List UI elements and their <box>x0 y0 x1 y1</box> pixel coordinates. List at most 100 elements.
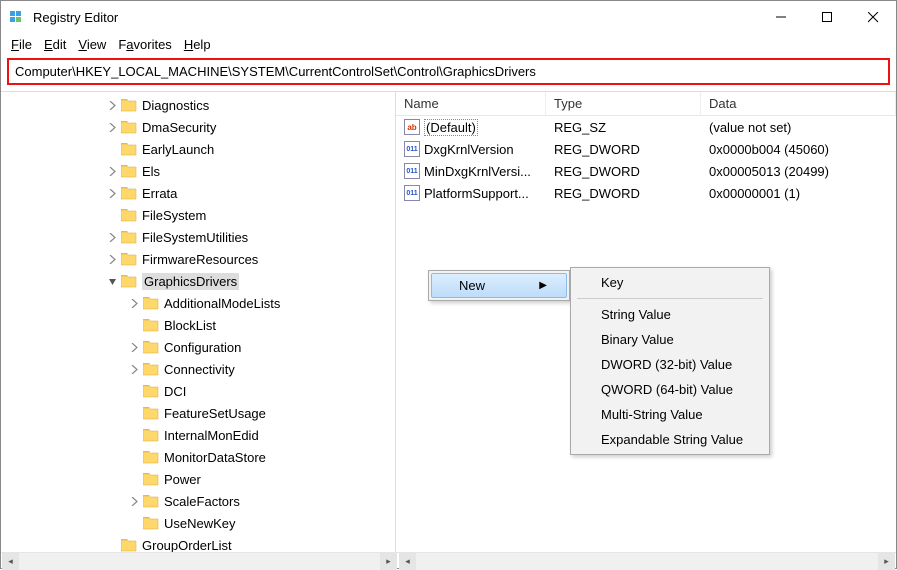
column-name[interactable]: Name <box>396 92 546 115</box>
chevron-right-icon <box>105 142 119 156</box>
submenu-key[interactable]: Key <box>573 270 767 295</box>
value-row[interactable]: 011DxgKrnlVersionREG_DWORD0x0000b004 (45… <box>396 138 896 160</box>
tree-item-configuration[interactable]: Configuration <box>1 336 395 358</box>
scroll-right-icon[interactable]: ▸ <box>380 553 397 570</box>
tree-item-els[interactable]: Els <box>1 160 395 182</box>
value-name: (Default) <box>424 119 478 136</box>
chevron-down-icon[interactable] <box>105 274 119 288</box>
tree-item-dci[interactable]: DCI <box>1 380 395 402</box>
folder-icon <box>143 318 159 332</box>
value-row[interactable]: 011MinDxgKrnlVersi...REG_DWORD0x00005013… <box>396 160 896 182</box>
tree-item-monitordatastore[interactable]: MonitorDataStore <box>1 446 395 468</box>
value-name: MinDxgKrnlVersi... <box>424 164 531 179</box>
scroll-right-icon[interactable]: ▸ <box>878 553 895 570</box>
chevron-right-icon[interactable] <box>127 494 141 508</box>
folder-icon <box>143 362 159 376</box>
tree-item-label: Configuration <box>164 340 241 355</box>
value-type: REG_DWORD <box>546 142 701 157</box>
scroll-left-icon[interactable]: ◂ <box>2 553 19 570</box>
tree-item-scalefactors[interactable]: ScaleFactors <box>1 490 395 512</box>
tree-item-label: FeatureSetUsage <box>164 406 266 421</box>
maximize-button[interactable] <box>804 2 850 32</box>
tree-item-filesystemutilities[interactable]: FileSystemUtilities <box>1 226 395 248</box>
folder-icon <box>143 406 159 420</box>
chevron-right-icon[interactable] <box>127 340 141 354</box>
folder-icon <box>121 274 137 288</box>
minimize-button[interactable] <box>758 2 804 32</box>
chevron-right-icon[interactable] <box>127 362 141 376</box>
chevron-right-icon[interactable] <box>105 98 119 112</box>
main-split: Diagnostics DmaSecurity EarlyLaunch ElsErra… <box>1 91 896 552</box>
submenu-separator <box>577 298 763 299</box>
chevron-right-icon <box>127 516 141 530</box>
tree-item-label: GroupOrderList <box>142 538 232 553</box>
tree-item-label: UseNewKey <box>164 516 236 531</box>
tree-item-power[interactable]: Power <box>1 468 395 490</box>
regedit-icon <box>9 9 25 25</box>
tree-item-featuresetusage[interactable]: FeatureSetUsage <box>1 402 395 424</box>
tree-item-connectivity[interactable]: Connectivity <box>1 358 395 380</box>
list-hscroll[interactable]: ◂ ▸ <box>399 553 895 570</box>
close-button[interactable] <box>850 2 896 32</box>
folder-icon <box>121 142 137 156</box>
tree-hscroll[interactable]: ◂ ▸ <box>2 553 397 570</box>
string-value-icon: ab <box>404 119 420 135</box>
submenu-binary[interactable]: Binary Value <box>573 327 767 352</box>
value-data: (value not set) <box>701 120 896 135</box>
tree-item-label: GraphicsDrivers <box>142 273 239 290</box>
chevron-right-icon[interactable] <box>105 252 119 266</box>
menu-help[interactable]: Help <box>180 35 215 54</box>
value-row[interactable]: ab(Default)REG_SZ(value not set) <box>396 116 896 138</box>
menu-edit[interactable]: Edit <box>40 35 70 54</box>
tree-item-usenewkey[interactable]: UseNewKey <box>1 512 395 534</box>
chevron-right-icon <box>127 406 141 420</box>
submenu-string[interactable]: String Value <box>573 302 767 327</box>
tree-item-blocklist[interactable]: BlockList <box>1 314 395 336</box>
tree-item-filesystem[interactable]: FileSystem <box>1 204 395 226</box>
folder-icon <box>121 164 137 178</box>
folder-icon <box>121 98 137 112</box>
address-input[interactable] <box>7 58 890 85</box>
folder-icon <box>121 538 137 552</box>
submenu-multistring[interactable]: Multi-String Value <box>573 402 767 427</box>
chevron-right-icon <box>105 208 119 222</box>
submenu-expstring[interactable]: Expandable String Value <box>573 427 767 452</box>
tree-item-errata[interactable]: Errata <box>1 182 395 204</box>
context-menu-new-label: New <box>459 278 485 293</box>
column-type[interactable]: Type <box>546 92 701 115</box>
window-title: Registry Editor <box>33 10 758 25</box>
tree-item-additionalmodelists[interactable]: AdditionalModeLists <box>1 292 395 314</box>
menu-favorites[interactable]: Favorites <box>114 35 175 54</box>
tree-item-label: BlockList <box>164 318 216 333</box>
menu-file[interactable]: File <box>7 35 36 54</box>
chevron-right-icon <box>127 318 141 332</box>
value-list: ab(Default)REG_SZ(value not set)011DxgKr… <box>396 116 896 204</box>
tree-item-internalmonedid[interactable]: InternalMonEdid <box>1 424 395 446</box>
tree-item-grouporderlist[interactable]: GroupOrderList <box>1 534 395 552</box>
new-submenu: Key String Value Binary Value DWORD (32-… <box>570 267 770 455</box>
chevron-right-icon[interactable] <box>105 120 119 134</box>
submenu-dword[interactable]: DWORD (32-bit) Value <box>573 352 767 377</box>
tree-item-firmwareresources[interactable]: FirmwareResources <box>1 248 395 270</box>
value-row[interactable]: 011PlatformSupport...REG_DWORD0x00000001… <box>396 182 896 204</box>
folder-icon <box>143 384 159 398</box>
chevron-right-icon <box>127 450 141 464</box>
submenu-qword[interactable]: QWORD (64-bit) Value <box>573 377 767 402</box>
tree-item-earlylaunch[interactable]: EarlyLaunch <box>1 138 395 160</box>
tree-pane: Diagnostics DmaSecurity EarlyLaunch ElsErra… <box>1 92 396 552</box>
context-menu-new[interactable]: New ▶ <box>431 273 567 298</box>
menu-view[interactable]: View <box>74 35 110 54</box>
column-data[interactable]: Data <box>701 92 896 115</box>
scroll-left-icon[interactable]: ◂ <box>399 553 416 570</box>
chevron-right-icon[interactable] <box>105 230 119 244</box>
chevron-right-icon[interactable] <box>105 164 119 178</box>
chevron-right-icon[interactable] <box>105 186 119 200</box>
chevron-right-icon[interactable] <box>127 296 141 310</box>
tree-item-label: FileSystem <box>142 208 206 223</box>
tree-item-label: DmaSecurity <box>142 120 216 135</box>
tree-item-graphicsdrivers[interactable]: GraphicsDrivers <box>1 270 395 292</box>
tree-scroll[interactable]: Diagnostics DmaSecurity EarlyLaunch ElsErra… <box>1 92 395 552</box>
tree-item-diagnostics[interactable]: Diagnostics <box>1 94 395 116</box>
tree-item-dmasecurity[interactable]: DmaSecurity <box>1 116 395 138</box>
tree-item-label: EarlyLaunch <box>142 142 214 157</box>
